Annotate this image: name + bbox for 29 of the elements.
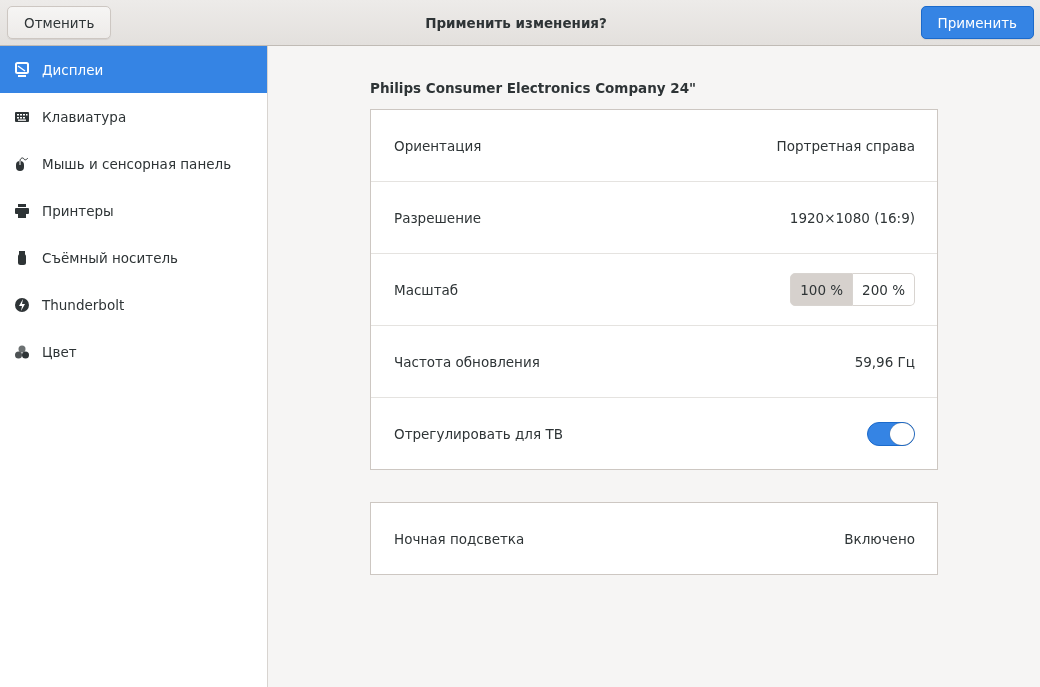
sidebar-item[interactable]: Съёмный носитель: [0, 234, 267, 281]
setting-value[interactable]: 59,96 Гц: [854, 353, 915, 370]
mouse-icon: [14, 155, 30, 172]
setting-value[interactable]: Портретная справа: [776, 137, 915, 154]
scale-option[interactable]: 100 %: [790, 273, 854, 306]
display-icon: [14, 61, 30, 78]
printer-icon: [14, 202, 30, 219]
cancel-button[interactable]: Отменить: [7, 6, 112, 39]
setting-value[interactable]: Включено: [844, 530, 915, 547]
setting-label: Ночная подсветка: [394, 530, 525, 547]
setting-value[interactable]: 1920×1080 (16:9): [789, 209, 915, 226]
sidebar-item[interactable]: Клавиатура: [0, 93, 267, 140]
dialog-title: Применить изменения?: [425, 14, 607, 31]
setting-label: Масштаб: [394, 281, 459, 298]
toggle-switch[interactable]: [867, 421, 915, 446]
sidebar-item[interactable]: Цвет: [0, 328, 267, 375]
apply-button[interactable]: Применить: [920, 6, 1034, 39]
color-circles-icon: [14, 343, 30, 360]
sidebar-item[interactable]: Thunderbolt: [0, 281, 267, 328]
setting-label: Отрегулировать для ТВ: [394, 425, 563, 442]
setting-label: Разрешение: [394, 209, 482, 226]
setting-label: Ориентация: [394, 137, 482, 154]
sidebar-item[interactable]: Дисплеи: [0, 46, 267, 93]
scale-option[interactable]: 200 %: [853, 273, 915, 306]
sidebar-item[interactable]: Принтеры: [0, 187, 267, 234]
monitor-title: Philips Consumer Electronics Company 24": [370, 80, 698, 96]
setting-label: Частота обновления: [394, 353, 540, 370]
lightning-icon: [14, 296, 30, 313]
sidebar-item[interactable]: Мышь и сенсорная панель: [0, 140, 267, 187]
